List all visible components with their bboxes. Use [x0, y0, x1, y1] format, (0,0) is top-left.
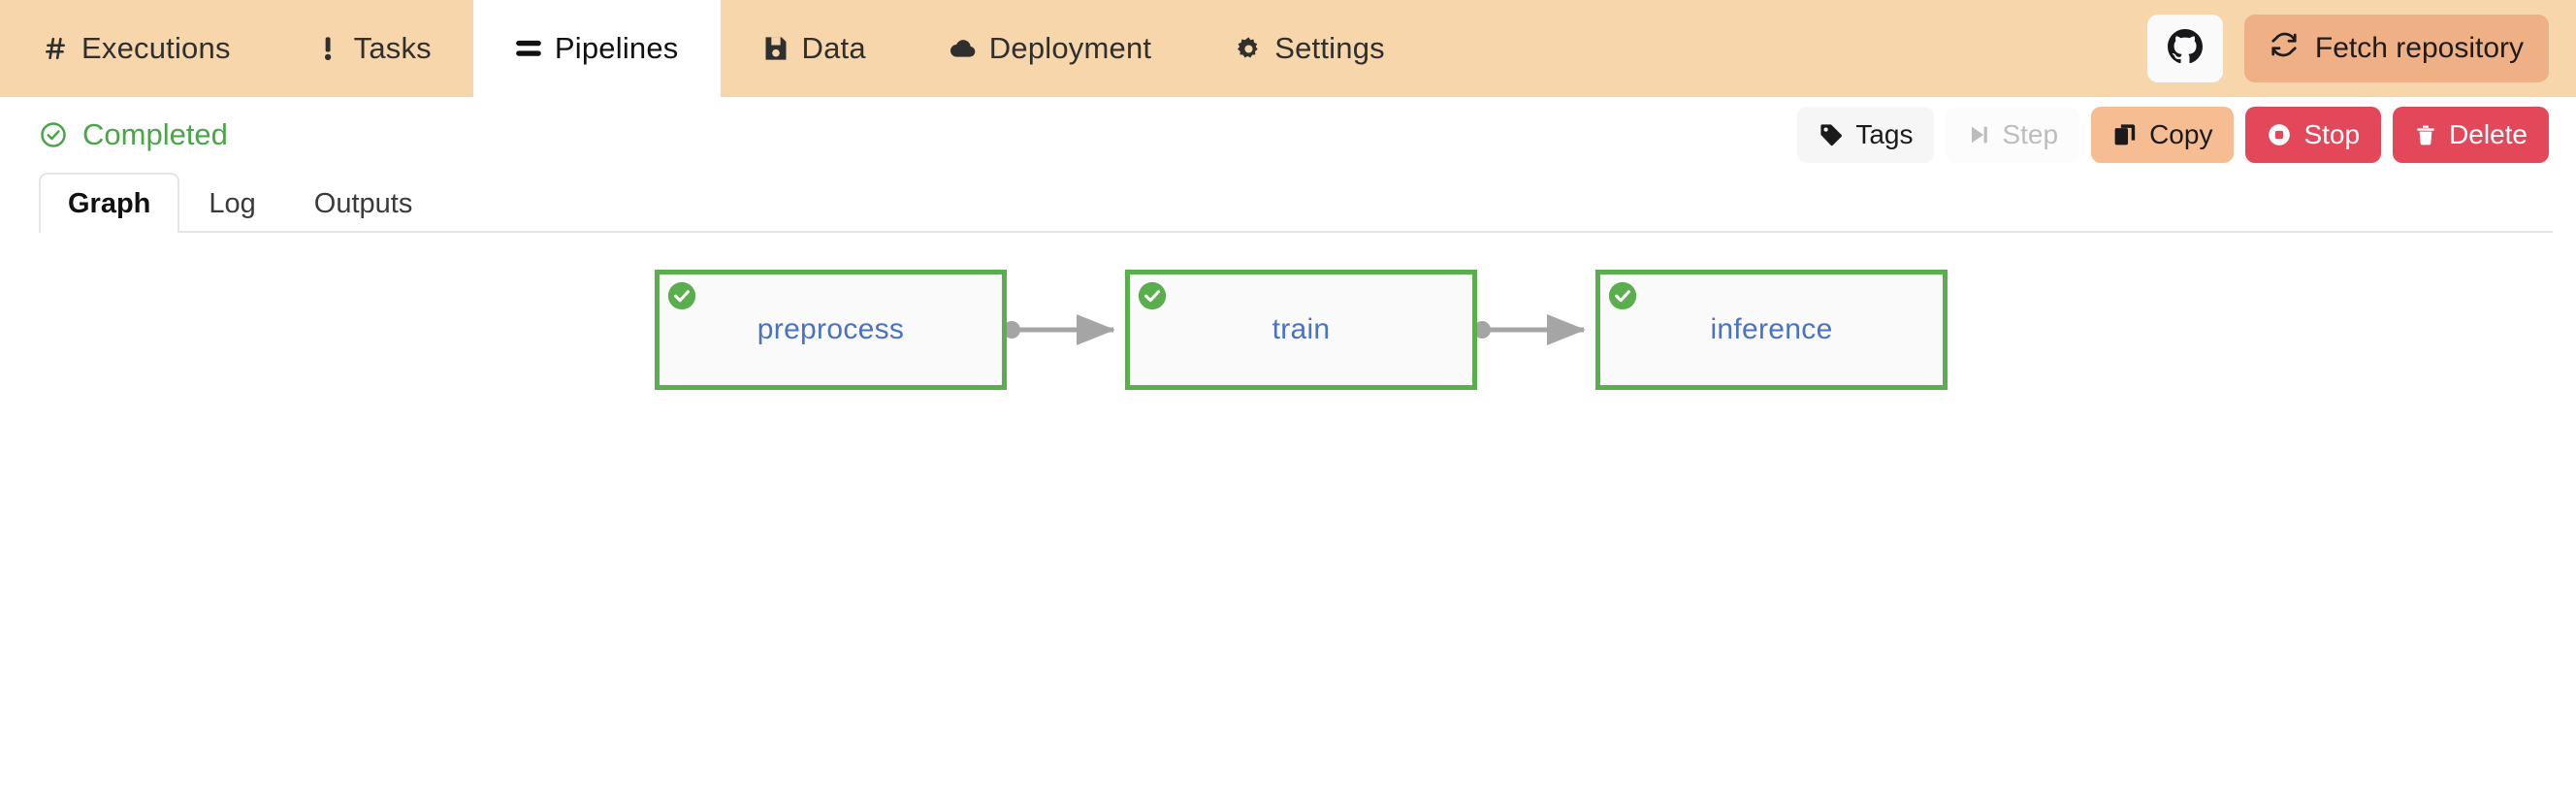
nav-item-data[interactable]: Data	[721, 0, 908, 97]
nav-item-settings[interactable]: Settings	[1193, 0, 1427, 97]
top-navbar: Executions Tasks Pipelines Data Deployme…	[0, 0, 2576, 97]
tab-log[interactable]: Log	[179, 173, 284, 233]
tab-graph[interactable]: Graph	[39, 173, 180, 235]
hash-icon	[42, 34, 69, 63]
pipeline-node-train[interactable]: train	[1125, 270, 1477, 390]
status-badge: Completed	[39, 117, 228, 152]
check-circle-filled-icon	[1137, 280, 1168, 311]
save-disk-icon	[762, 34, 789, 63]
step-label: Step	[2002, 119, 2059, 149]
trash-icon	[2414, 122, 2437, 147]
nav-item-pipelines[interactable]: Pipelines	[472, 0, 721, 97]
delete-label: Delete	[2449, 119, 2528, 149]
edge-train-inference	[1473, 313, 1587, 345]
pipeline-node-label: train	[1272, 313, 1331, 345]
graph-viewport: preprocess train inference	[0, 233, 2576, 807]
nav-item-label: Tasks	[353, 31, 432, 65]
copy-icon	[2112, 122, 2138, 147]
equals-icon	[515, 34, 542, 63]
delete-button[interactable]: Delete	[2393, 107, 2549, 163]
cloud-icon	[950, 34, 977, 63]
tab-bar: Graph Log Outputs	[0, 173, 2576, 235]
tab-outputs[interactable]: Outputs	[285, 173, 442, 233]
github-icon	[2167, 28, 2203, 69]
tab-label: Graph	[68, 187, 151, 219]
nav-item-label: Deployment	[988, 31, 1152, 65]
pipeline-graph-canvas[interactable]: preprocess train inference	[0, 233, 2576, 807]
github-button[interactable]	[2146, 15, 2223, 82]
check-circle-outline-icon	[39, 120, 68, 149]
copy-button[interactable]: Copy	[2091, 107, 2235, 163]
fetch-repository-button[interactable]: Fetch repository	[2243, 15, 2549, 82]
step-forward-icon	[1967, 122, 1990, 147]
stop-circle-icon	[2267, 122, 2292, 147]
status-label: Completed	[82, 117, 228, 151]
nav-item-label: Settings	[1274, 31, 1385, 65]
tab-label: Log	[209, 187, 256, 219]
nav-item-label: Pipelines	[554, 31, 679, 65]
nav-item-executions[interactable]: Executions	[0, 0, 273, 97]
copy-label: Copy	[2149, 119, 2213, 149]
fetch-repository-label: Fetch repository	[2314, 32, 2524, 64]
pipeline-node-preprocess[interactable]: preprocess	[655, 270, 1007, 390]
tags-button[interactable]: Tags	[1797, 107, 1935, 163]
nav-item-deployment[interactable]: Deployment	[908, 0, 1193, 97]
navbar-right-actions: Fetch repository	[2146, 0, 2576, 97]
nav-item-list: Executions Tasks Pipelines Data Deployme…	[0, 0, 1427, 97]
step-button[interactable]: Step	[1946, 107, 2080, 163]
status-action-buttons: Tags Step Copy Stop Delete	[1797, 107, 2549, 163]
pipeline-node-inference[interactable]: inference	[1595, 270, 1948, 390]
nav-item-label: Executions	[81, 31, 231, 65]
stop-button[interactable]: Stop	[2245, 107, 2382, 163]
edge-preprocess-train	[1003, 313, 1116, 345]
nav-item-label: Data	[801, 31, 866, 65]
pipeline-node-label: inference	[1710, 313, 1833, 345]
stop-label: Stop	[2303, 119, 2361, 149]
pipeline-node-label: preprocess	[757, 313, 905, 345]
tags-label: Tags	[1855, 119, 1914, 149]
check-circle-filled-icon	[1607, 280, 1638, 311]
tab-label: Outputs	[313, 187, 413, 219]
status-bar: Completed Tags Step Copy Stop Delete	[0, 97, 2576, 173]
refresh-sync-icon	[2270, 30, 2299, 67]
exclamation-icon	[314, 34, 341, 63]
check-circle-filled-icon	[666, 280, 697, 311]
gear-icon	[1235, 34, 1262, 63]
nav-item-tasks[interactable]: Tasks	[273, 0, 473, 97]
tag-icon	[1819, 122, 1844, 147]
